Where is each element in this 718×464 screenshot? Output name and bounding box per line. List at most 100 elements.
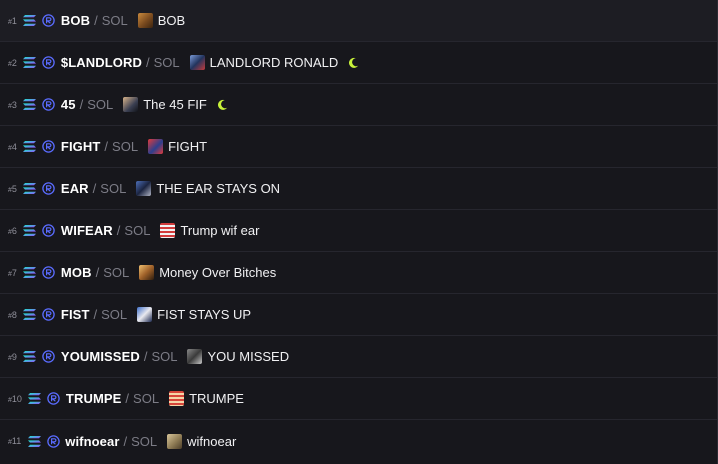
token-ticker: wifnoear <box>65 433 120 449</box>
list-item[interactable]: #2 $LANDLORD / SOL LANDLORD RONALD <box>0 42 717 84</box>
list-item[interactable]: #4 FIGHT / SOL FIGHT <box>0 126 717 168</box>
raydium-icon <box>46 434 60 448</box>
rank-badge: #9 <box>8 351 17 362</box>
token-ticker: FIGHT <box>60 139 101 154</box>
token-ticker: MOB <box>60 265 92 280</box>
quote-token: SOL <box>133 391 160 406</box>
youmissed-thumbnail <box>187 349 203 364</box>
raydium-icon <box>42 14 56 28</box>
quote-token: SOL <box>101 13 128 28</box>
rank-badge: #2 <box>8 57 17 68</box>
solana-icon <box>22 223 38 239</box>
token-name: YOU MISSED <box>207 349 290 364</box>
moon-icon <box>347 56 360 69</box>
token-pair-list: #1 BOB / SOL BOB #2 $LANDLORD / SOL LAND… <box>0 0 718 464</box>
quote-token: SOL <box>151 349 178 364</box>
solana-icon <box>27 391 43 407</box>
ear-thumbnail <box>136 181 152 196</box>
rank-badge: #6 <box>8 225 17 236</box>
raydium-icon <box>42 308 56 322</box>
fist-thumbnail <box>137 307 153 322</box>
token-ticker: YOUMISSED <box>60 349 140 364</box>
pair-separator: / <box>92 181 97 196</box>
token-name: Money Over Bitches <box>159 265 277 280</box>
token-ticker: 45 <box>60 97 76 112</box>
solana-icon <box>22 307 38 323</box>
token-ticker: $LANDLORD <box>60 55 142 70</box>
list-item[interactable]: #5 EAR / SOL THE EAR STAYS ON <box>0 168 717 210</box>
rank-badge: #10 <box>8 393 22 404</box>
wifnoear-thumbnail <box>167 433 183 449</box>
solana-icon <box>22 265 38 281</box>
quote-token: SOL <box>103 265 130 280</box>
list-item[interactable]: #11 wifnoear / SOL wifnoear <box>0 420 717 462</box>
solana-icon <box>22 97 38 113</box>
solana-icon <box>22 349 38 365</box>
token-name: wifnoear <box>187 433 237 449</box>
token-ticker: TRUMPE <box>65 391 122 406</box>
solana-icon <box>22 55 38 71</box>
raydium-icon <box>42 98 56 112</box>
list-item[interactable]: #9 YOUMISSED / SOL YOU MISSED <box>0 336 717 378</box>
moon-icon <box>216 98 229 111</box>
quote-token: SOL <box>112 139 139 154</box>
solana-icon <box>22 13 38 29</box>
pair-separator: / <box>94 13 98 28</box>
list-item[interactable]: #1 BOB / SOL BOB <box>0 0 717 42</box>
rank-badge: #4 <box>8 141 17 152</box>
quote-token: SOL <box>87 97 114 112</box>
quote-token: SOL <box>100 181 127 196</box>
quote-token: SOL <box>131 433 158 449</box>
wifear-thumbnail <box>160 223 176 238</box>
token-name: THE EAR STAYS ON <box>156 181 281 196</box>
raydium-icon <box>42 182 56 196</box>
pair-separator: / <box>143 349 148 364</box>
quote-token: SOL <box>101 307 128 322</box>
token-name: Trump wif ear <box>180 223 260 238</box>
pair-separator: / <box>146 55 150 70</box>
raydium-icon <box>42 224 56 238</box>
solana-icon <box>22 181 38 197</box>
pair-separator: / <box>125 391 130 406</box>
raydium-icon <box>42 56 56 70</box>
solana-icon <box>22 139 38 155</box>
rank-badge: #1 <box>8 15 17 26</box>
token-name: FIGHT <box>168 139 208 154</box>
pair-separator: / <box>123 433 128 449</box>
solana-icon <box>26 433 42 449</box>
list-item[interactable]: #6 WIFEAR / SOL Trump wif ear <box>0 210 717 252</box>
rank-badge: #5 <box>8 183 17 194</box>
rank-badge: #11 <box>8 436 22 446</box>
quote-token: SOL <box>124 223 151 238</box>
bob-thumbnail <box>137 13 153 28</box>
pair-separator: / <box>116 223 121 238</box>
token-name: FIST STAYS UP <box>157 307 252 322</box>
token-name: BOB <box>157 13 186 28</box>
raydium-icon <box>42 266 56 280</box>
forty-five-thumbnail <box>123 97 139 112</box>
list-item[interactable]: #3 45 / SOL The 45 FIF <box>0 84 717 126</box>
pair-separator: / <box>95 265 100 280</box>
token-ticker: WIFEAR <box>60 223 113 238</box>
list-item[interactable]: #8 FIST / SOL FIST STAYS UP <box>0 294 717 336</box>
rank-badge: #8 <box>8 309 17 320</box>
fight-thumbnail <box>148 139 164 154</box>
rank-badge: #3 <box>8 99 17 110</box>
token-name: The 45 FIF <box>143 97 207 112</box>
quote-token: SOL <box>153 55 180 70</box>
token-name: TRUMPE <box>189 391 244 406</box>
pair-separator: / <box>93 307 98 322</box>
pair-separator: / <box>79 97 84 112</box>
raydium-icon <box>47 392 61 406</box>
list-item[interactable]: #10 TRUMPE / SOL TRUMPE <box>0 378 717 420</box>
token-ticker: BOB <box>60 13 91 28</box>
pair-separator: / <box>104 139 109 154</box>
token-ticker: EAR <box>60 181 89 196</box>
token-ticker: FIST <box>60 307 90 322</box>
rank-badge: #7 <box>8 267 17 278</box>
landlord-thumbnail <box>189 55 205 70</box>
trumpe-thumbnail <box>169 391 185 406</box>
raydium-icon <box>42 350 56 364</box>
list-item[interactable]: #7 MOB / SOL Money Over Bitches <box>0 252 717 294</box>
mob-thumbnail <box>139 265 155 280</box>
